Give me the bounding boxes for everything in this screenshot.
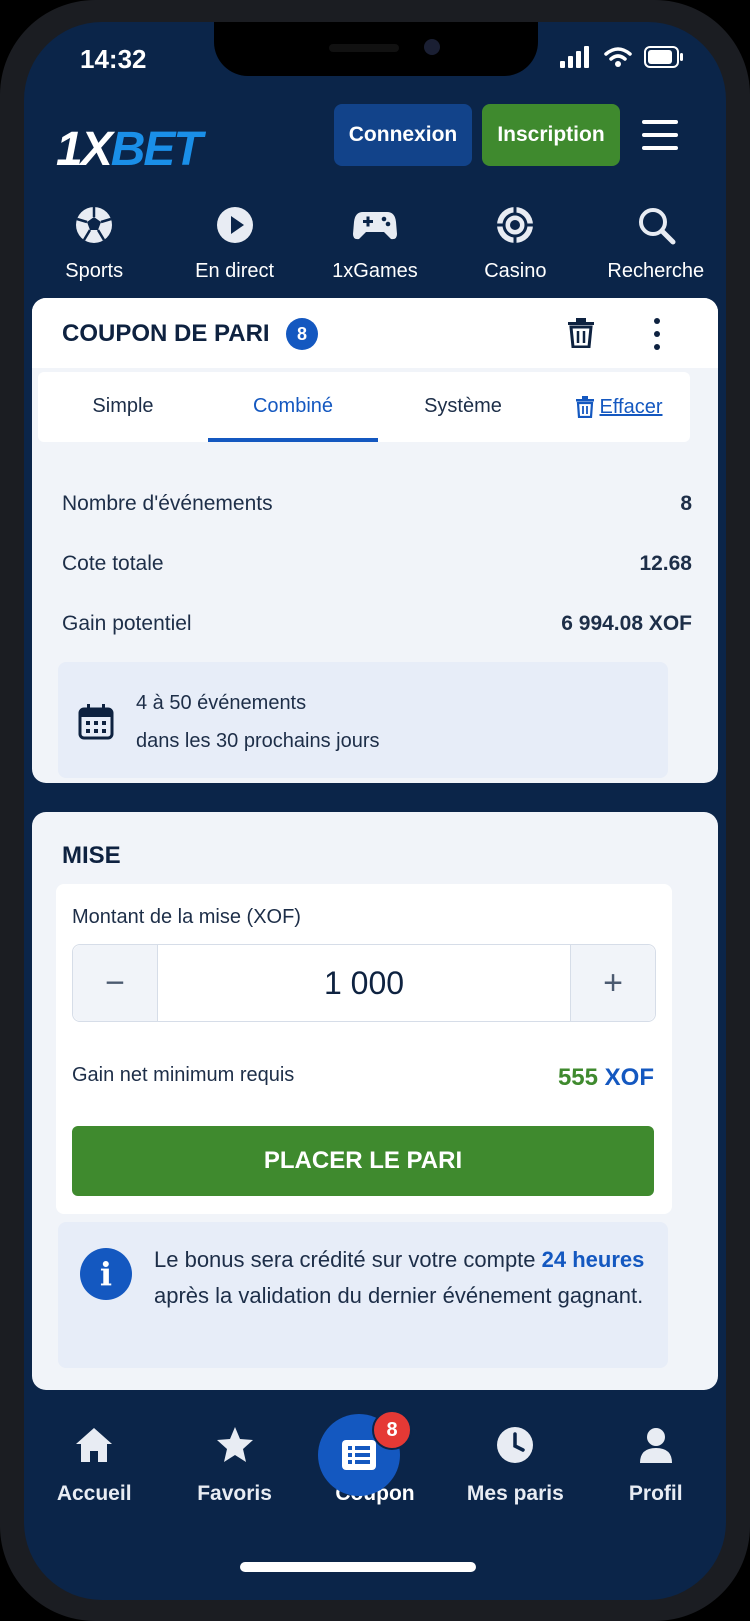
- events-info-note: 4 à 50 événements dans les 30 prochains …: [58, 662, 668, 778]
- nav-item-casino[interactable]: Casino: [450, 200, 580, 310]
- stake-box: Montant de la mise (XOF) − 1 000 + Gain …: [56, 884, 672, 1214]
- coupon-icon: [342, 1440, 376, 1470]
- increase-stake-button[interactable]: +: [570, 945, 655, 1021]
- nav-item-live[interactable]: En direct: [170, 200, 300, 310]
- star-icon: [216, 1427, 253, 1462]
- potential-gain-row: Gain potentiel 6 994.08 XOF: [62, 612, 692, 636]
- row-value: 6 994.08 XOF: [561, 612, 692, 635]
- row-label: Cote totale: [62, 552, 164, 575]
- row-label: Gain potentiel: [62, 612, 192, 635]
- note-line2: dans les 30 prochains jours: [136, 730, 380, 752]
- row-label: Nombre d'événements: [62, 492, 273, 515]
- home-indicator: [240, 1562, 476, 1572]
- brand-logo[interactable]: 1XBET: [56, 122, 203, 177]
- trash-small-icon: [575, 396, 594, 418]
- app-header: 1XBET Connexion Inscription: [24, 104, 726, 184]
- min-gain-label: Gain net minimum requis: [72, 1064, 295, 1086]
- casino-chip-icon: [497, 207, 534, 243]
- soccer-ball-icon: [76, 207, 113, 243]
- top-navigation: Sports En direct 1xGames Casino Recherch…: [24, 200, 726, 310]
- clear-label: Effacer: [599, 396, 663, 418]
- info-icon: i: [80, 1248, 132, 1300]
- battery-icon: [644, 46, 683, 68]
- events-count-row: Nombre d'événements 8: [62, 492, 692, 516]
- note-line1: 4 à 50 événements: [136, 692, 307, 714]
- bottom-nav-favorites[interactable]: Favoris: [170, 1420, 300, 1530]
- bonus-info-note: i Le bonus sera crédité sur votre compte…: [58, 1222, 668, 1368]
- nav-item-sports[interactable]: Sports: [29, 200, 159, 310]
- search-icon: [638, 208, 676, 245]
- trash-icon[interactable]: [568, 318, 594, 348]
- stake-amount-label: Montant de la mise (XOF): [72, 906, 301, 928]
- home-icon: [76, 1428, 113, 1462]
- signal-icon: [560, 46, 589, 68]
- more-options-icon[interactable]: [654, 318, 660, 350]
- clock-icon: [497, 1427, 534, 1463]
- coupon-header: COUPON DE PARI 8: [32, 298, 718, 368]
- wifi-icon: [604, 47, 632, 67]
- signup-button[interactable]: Inscription: [482, 104, 620, 166]
- status-bar: 14:32: [24, 40, 726, 80]
- tab-simple[interactable]: Simple: [38, 372, 208, 442]
- stake-title: MISE: [62, 842, 121, 869]
- menu-icon[interactable]: [642, 120, 678, 150]
- bottom-nav-home[interactable]: Accueil: [29, 1420, 159, 1530]
- stake-stepper: − 1 000 +: [72, 944, 656, 1022]
- min-gain-row: Gain net minimum requis 555 XOF: [72, 1064, 654, 1092]
- tab-systeme[interactable]: Système: [378, 372, 548, 442]
- min-gain-value: 555 XOF: [557, 1064, 654, 1091]
- row-value: 8: [680, 492, 692, 515]
- coupon-title: COUPON DE PARI: [62, 320, 270, 347]
- clear-button[interactable]: Effacer: [548, 372, 690, 442]
- phone-frame: 14:32 1XBET Connexion Inscription Sports…: [0, 0, 750, 1621]
- status-time: 14:32: [80, 44, 147, 74]
- nav-item-1xgames[interactable]: 1xGames: [310, 200, 440, 310]
- play-icon: [216, 207, 253, 243]
- total-odds-row: Cote totale 12.68: [62, 552, 692, 576]
- bonus-text: Le bonus sera crédité sur votre compte 2…: [154, 1247, 645, 1308]
- nav-item-search[interactable]: Recherche: [591, 200, 721, 310]
- bottom-nav-my-bets[interactable]: Mes paris: [450, 1420, 580, 1530]
- stake-card: MISE Montant de la mise (XOF) − 1 000 + …: [32, 812, 718, 1390]
- person-icon: [639, 1428, 672, 1463]
- login-button[interactable]: Connexion: [334, 104, 472, 166]
- screen: 14:32 1XBET Connexion Inscription Sports…: [24, 22, 726, 1600]
- calendar-icon: [78, 704, 114, 740]
- gamepad-icon: [352, 212, 397, 240]
- bet-type-tabs: Simple Combiné Système Effacer: [38, 372, 690, 442]
- coupon-count-badge: 8: [286, 318, 318, 350]
- row-value: 12.68: [639, 552, 692, 575]
- bottom-nav-profile[interactable]: Profil: [591, 1420, 721, 1530]
- tab-combine[interactable]: Combiné: [208, 372, 378, 442]
- decrease-stake-button[interactable]: −: [73, 945, 158, 1021]
- place-bet-button[interactable]: PLACER LE PARI: [72, 1126, 654, 1196]
- coupon-count-badge-nav: 8: [372, 1410, 412, 1450]
- stake-amount-input[interactable]: 1 000: [158, 945, 570, 1021]
- bet-coupon-card: COUPON DE PARI 8 Simple Combiné Système …: [32, 298, 718, 783]
